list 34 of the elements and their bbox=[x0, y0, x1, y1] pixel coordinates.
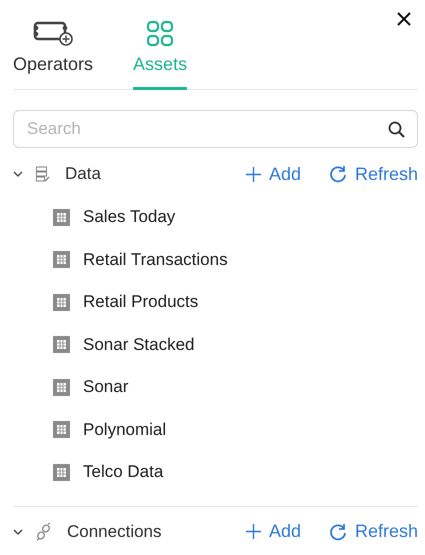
chevron-icon[interactable] bbox=[13, 528, 23, 534]
dataset-item[interactable]: Telco Data bbox=[13, 451, 418, 494]
dataset-item[interactable]: Retail Transactions bbox=[13, 238, 418, 281]
dataset-item[interactable]: Sonar Stacked bbox=[13, 324, 418, 366]
dataset-item[interactable]: Retail Products bbox=[13, 281, 418, 324]
refresh-icon bbox=[328, 165, 347, 183]
database-icon bbox=[35, 166, 51, 182]
add-button[interactable]: Add bbox=[246, 164, 301, 184]
table-icon bbox=[53, 208, 70, 226]
table-icon bbox=[53, 251, 70, 268]
dataset-item[interactable]: Polynomial bbox=[13, 408, 418, 451]
table-icon bbox=[53, 336, 70, 354]
refresh-button[interactable]: Refresh bbox=[328, 521, 418, 542]
refresh-button[interactable]: Refresh bbox=[328, 164, 418, 184]
tab[interactable]: Operators bbox=[13, 20, 94, 90]
dataset-item[interactable]: Sales Today bbox=[13, 196, 418, 238]
node-add-icon bbox=[33, 20, 74, 48]
table-icon bbox=[53, 421, 70, 438]
section-title: Connections bbox=[67, 522, 163, 542]
plus-icon bbox=[246, 166, 261, 182]
table-icon bbox=[53, 294, 70, 311]
close-icon bbox=[397, 12, 411, 26]
grid-icon bbox=[146, 20, 174, 48]
search-field[interactable]: Search bbox=[13, 110, 418, 148]
refresh-icon bbox=[328, 522, 347, 540]
link-icon bbox=[35, 522, 53, 540]
section-title: Data bbox=[65, 164, 102, 184]
table-icon bbox=[53, 378, 70, 396]
add-button[interactable]: Add bbox=[246, 521, 301, 542]
table-icon bbox=[53, 464, 70, 481]
search-icon bbox=[388, 121, 405, 138]
chevron-icon[interactable] bbox=[13, 171, 23, 177]
plus-icon bbox=[246, 524, 261, 539]
dataset-item[interactable]: Sonar bbox=[13, 366, 418, 408]
